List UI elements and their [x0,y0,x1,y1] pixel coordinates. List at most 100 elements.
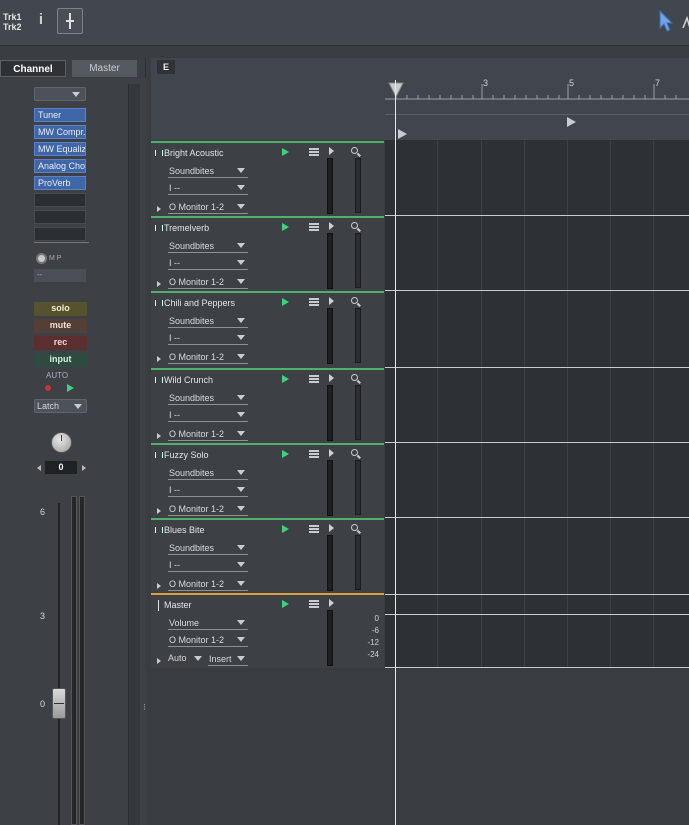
track-header[interactable]: Tremelverb Soundbites I -- O Monitor 1-2 [151,216,384,291]
search-icon[interactable] [351,222,358,229]
timeline-ruler[interactable]: 3 5 7 [385,78,689,114]
track-volume-slider[interactable] [355,460,361,515]
track-volume-slider[interactable] [355,158,361,213]
automation-param-dropdown[interactable]: Volume [168,617,248,630]
send-knob[interactable] [36,253,47,264]
insert-slot[interactable]: ProVerb [34,176,86,190]
insert-slot[interactable]: MW Compr... [34,125,86,139]
play-icon[interactable] [282,223,289,231]
expand-arrow-icon[interactable] [157,281,161,287]
expand-arrow-icon[interactable] [157,433,161,439]
track-name[interactable]: Wild Crunch [164,375,213,385]
menu-icon[interactable] [309,148,319,156]
instrument-dropdown[interactable]: Soundbites [168,240,248,253]
instrument-dropdown[interactable]: Soundbites [168,542,248,555]
output-dropdown[interactable]: O Monitor 1-2 [168,503,248,516]
search-icon[interactable] [351,147,358,154]
insert-slot[interactable]: Analog Cho... [34,159,86,173]
solo-button[interactable]: solo [34,302,87,316]
track-volume-slider[interactable] [355,233,361,288]
insert-slot-empty[interactable] [34,210,86,224]
pan-value[interactable]: 0 [45,461,77,474]
start-marker-icon[interactable] [398,129,407,139]
output-dropdown[interactable]: O Monitor 1-2 [168,201,248,214]
play-icon[interactable] [282,450,289,458]
insert-slot[interactable]: Tuner [34,108,86,122]
expand-icon[interactable] [329,297,334,305]
insert-dropdown[interactable]: Insert [208,653,248,666]
expand-arrow-icon[interactable] [157,356,161,362]
search-icon[interactable] [351,374,358,381]
resize-handle-icon[interactable]: ⁝ [143,702,146,713]
insert-slot-empty[interactable] [34,193,86,207]
volume-fader-handle[interactable] [52,688,66,719]
master-track-header[interactable]: Master Volume O Monitor 1-2 Auto Insert … [151,593,384,668]
search-icon[interactable] [351,297,358,304]
play-icon[interactable] [282,525,289,533]
instrument-dropdown[interactable]: Soundbites [168,165,248,178]
track-header[interactable]: Blues Bite Soundbites I -- O Monitor 1-2 [151,518,384,595]
tab-master[interactable]: Master [72,60,137,77]
play-icon[interactable] [282,298,289,306]
expand-arrow-icon[interactable] [157,206,161,212]
play-automation-icon[interactable] [67,384,74,392]
output-dropdown[interactable]: O Monitor 1-2 [168,276,248,289]
expand-icon[interactable] [329,222,334,230]
loop-marker-icon[interactable] [567,117,576,127]
track-volume-slider[interactable] [355,385,361,440]
track-header[interactable]: Bright Acoustic Soundbites I -- O Monito… [151,141,384,216]
output-dropdown[interactable]: O Monitor 1-2 [168,578,248,591]
input-dropdown[interactable]: I -- [168,257,248,270]
insert-slot[interactable]: MW Equalizer [34,142,86,156]
search-icon[interactable] [351,524,358,531]
expand-arrow-icon[interactable] [157,508,161,514]
track-name[interactable]: Bright Acoustic [164,148,224,158]
output-dropdown[interactable]: O Monitor 1-2 [168,428,248,441]
track-toggle-button[interactable]: Trk1 Trk2 [3,12,22,32]
empty-track-area[interactable] [151,668,385,825]
input-button[interactable]: input [34,353,87,367]
instrument-dropdown[interactable]: Soundbites [168,315,248,328]
output-dropdown[interactable]: O Monitor 1-2 [168,634,248,647]
input-dropdown[interactable] [34,87,86,101]
play-icon[interactable] [282,600,289,608]
split-tool-button[interactable] [57,8,83,34]
track-volume-slider[interactable] [355,308,361,363]
track-name[interactable]: Tremelverb [164,223,209,233]
input-dropdown[interactable]: I -- [168,559,248,572]
expand-icon[interactable] [329,599,334,607]
rec-button[interactable]: rec [34,336,87,350]
menu-icon[interactable] [309,450,319,458]
insert-slot-empty[interactable] [34,227,86,241]
channel-strip-scrollbar[interactable] [128,84,140,825]
menu-icon[interactable] [309,298,319,306]
menu-icon[interactable] [309,375,319,383]
track-name[interactable]: Chili and Peppers [164,298,235,308]
track-name[interactable]: Fuzzy Solo [164,450,209,460]
input-dropdown[interactable]: I -- [168,409,248,422]
output-dropdown[interactable]: O Monitor 1-2 [168,351,248,364]
master-name[interactable]: Master [164,600,192,610]
track-header[interactable]: Fuzzy Solo Soundbites I -- O Monitor 1-2 [151,443,384,518]
auto-dropdown[interactable]: Auto [168,653,202,663]
input-dropdown[interactable]: I -- [168,182,248,195]
search-icon[interactable] [351,449,358,456]
menu-icon[interactable] [309,600,319,608]
input-dropdown[interactable]: I -- [168,332,248,345]
track-name[interactable]: Blues Bite [164,525,205,535]
record-automation-icon[interactable] [45,385,51,391]
expand-icon[interactable] [329,374,334,382]
play-icon[interactable] [282,375,289,383]
play-icon[interactable] [282,148,289,156]
arrow-tool-icon[interactable] [658,10,674,32]
menu-icon[interactable] [309,223,319,231]
automation-mode-dropdown[interactable]: Latch [34,399,87,413]
pan-left-arrow-icon[interactable] [37,465,41,471]
info-button[interactable]: i [35,11,47,31]
track-volume-slider[interactable] [355,535,361,590]
pan-right-arrow-icon[interactable] [82,465,86,471]
edit-button[interactable]: E [157,60,175,74]
tab-channel-strip[interactable]: Channel Strip [0,60,66,92]
send-value[interactable]: -- [34,269,86,282]
mute-button[interactable]: mute [34,319,87,333]
